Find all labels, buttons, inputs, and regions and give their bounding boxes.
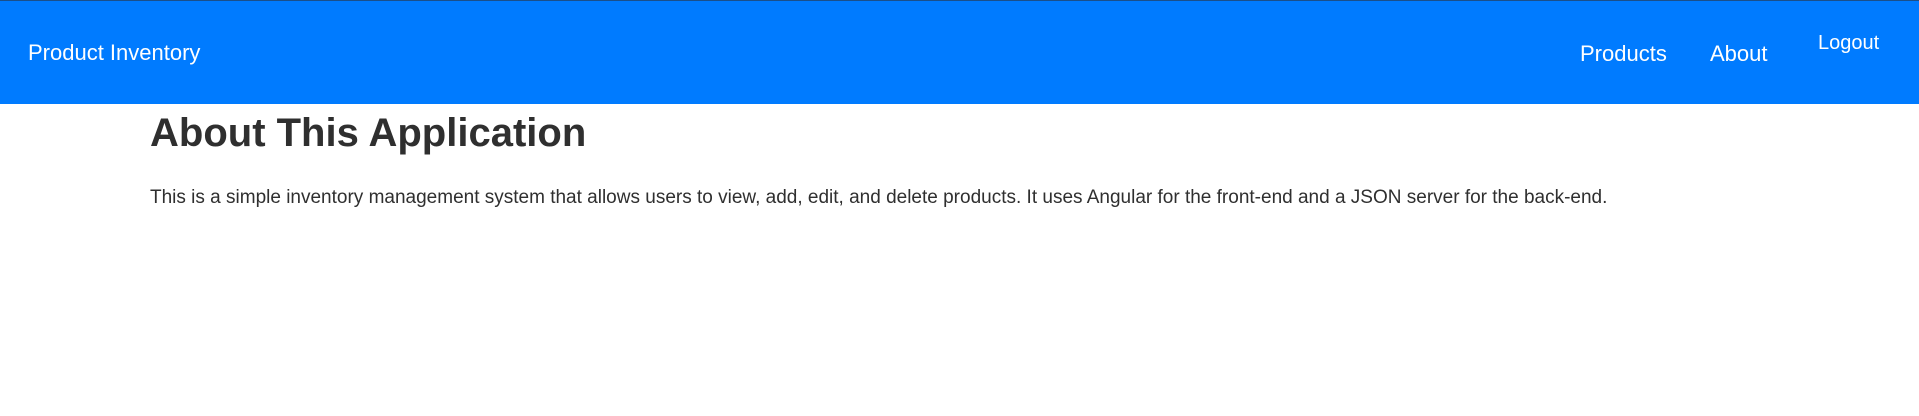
nav-link-about[interactable]: About bbox=[1710, 40, 1768, 68]
nav-link-products[interactable]: Products bbox=[1580, 40, 1667, 68]
top-navbar: Product Inventory Products About Logout bbox=[0, 0, 1919, 104]
logout-button[interactable]: Logout bbox=[1818, 29, 1879, 57]
page-title: About This Application bbox=[150, 111, 587, 155]
brand-link[interactable]: Product Inventory bbox=[28, 39, 200, 67]
about-description: This is a simple inventory management sy… bbox=[150, 187, 1608, 208]
